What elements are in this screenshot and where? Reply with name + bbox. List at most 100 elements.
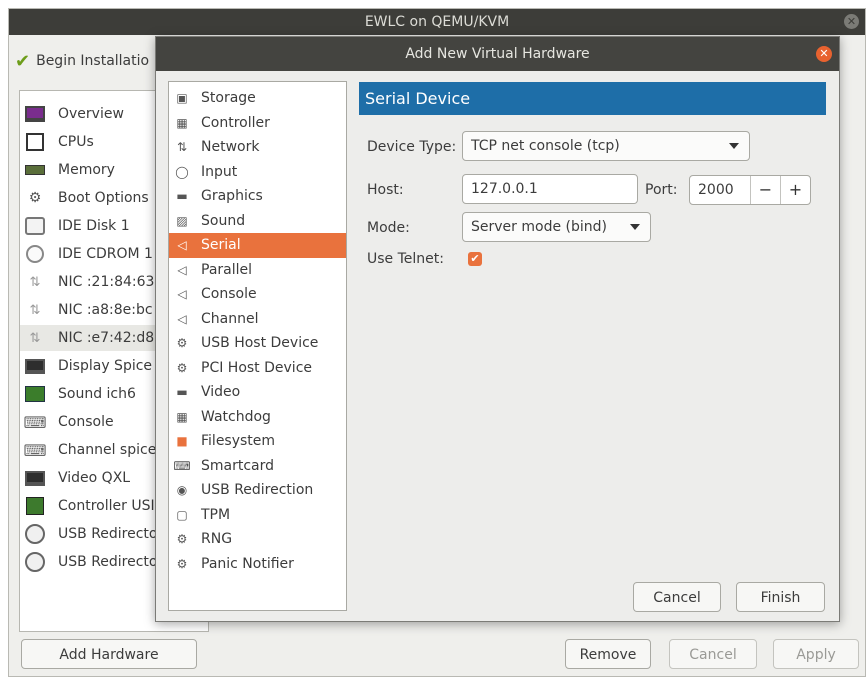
device-type-label: Sound xyxy=(201,212,246,229)
device-type-watchdog[interactable]: ▦ Watchdog xyxy=(169,405,346,430)
sound-icon xyxy=(24,383,46,405)
usb-redirection-icon: ◉ xyxy=(176,483,188,498)
dialog-close-icon[interactable]: ✕ xyxy=(816,46,832,62)
sound-icon: ▨ xyxy=(176,213,188,228)
port-value[interactable]: 2000 xyxy=(698,176,734,204)
hardware-item-label: NIC :a8:8e:bc xyxy=(58,302,153,318)
device-type-label: Console xyxy=(201,286,257,303)
video-icon xyxy=(24,467,46,489)
hardware-item-label: Overview xyxy=(58,106,124,122)
host-input[interactable]: 127.0.0.1 xyxy=(462,174,638,204)
begin-installation-button[interactable]: ✔ Begin Installatio xyxy=(15,50,149,72)
device-type-pci-host[interactable]: ⚙ PCI Host Device xyxy=(169,356,346,381)
device-type-label: Video xyxy=(201,384,241,401)
window-close-icon[interactable]: ✕ xyxy=(844,14,859,29)
device-type-network[interactable]: ⇅ Network xyxy=(169,135,346,160)
device-type-label: PCI Host Device xyxy=(201,359,313,376)
chevron-down-icon xyxy=(630,224,640,230)
use-telnet-checkbox[interactable]: ✔ xyxy=(468,252,482,266)
hardware-item-label: NIC :e7:42:d8 xyxy=(58,330,155,346)
add-hardware-button[interactable]: Add Hardware xyxy=(21,639,197,669)
port-increment-button[interactable]: + xyxy=(780,176,810,204)
device-type-label: TPM xyxy=(201,506,231,523)
device-type-label: Smartcard xyxy=(201,457,275,474)
device-type-tpm[interactable]: ▢ TPM xyxy=(169,503,346,528)
device-type-label: Controller xyxy=(201,114,270,131)
channel-icon: ⌨ xyxy=(23,440,47,460)
dialog-titlebar: Add New Virtual Hardware ✕ xyxy=(156,37,839,71)
use-telnet-label: Use Telnet: xyxy=(367,251,444,267)
video-icon: ▬ xyxy=(176,385,188,400)
device-type-filesystem[interactable]: ■ Filesystem xyxy=(169,429,346,454)
host-field-label: Host: xyxy=(367,182,404,198)
device-type-serial[interactable]: ◁ Serial xyxy=(169,233,346,258)
checkmark-icon: ✔ xyxy=(15,50,31,72)
mode-combo[interactable]: Server mode (bind) xyxy=(462,212,651,242)
device-type-label: Watchdog xyxy=(201,408,271,425)
disk-icon xyxy=(24,215,46,237)
hardware-item-label: CPUs xyxy=(58,134,94,150)
smartcard-icon: ⌨ xyxy=(173,458,191,473)
pci-host-icon: ⚙ xyxy=(176,360,188,375)
device-type-input[interactable]: ◯ Input xyxy=(169,160,346,185)
device-type-usb-redirection[interactable]: ◉ USB Redirection xyxy=(169,478,346,503)
window-title: EWLC on QEMU/KVM xyxy=(364,14,510,30)
cancel-button[interactable]: Cancel xyxy=(669,639,757,669)
device-type-label: Input xyxy=(201,163,238,180)
hardware-item-label: Video QXL xyxy=(58,470,131,486)
device-type-combo-value: TCP net console (tcp) xyxy=(471,138,620,154)
hardware-item-label: Boot Options xyxy=(58,190,149,206)
console-icon: ⌨ xyxy=(23,412,47,432)
hardware-item-label: IDE Disk 1 xyxy=(58,218,130,234)
controller-icon xyxy=(24,495,46,517)
add-hardware-dialog: Add New Virtual Hardware ✕ ▣ Storage ▦ Con… xyxy=(155,36,840,622)
hardware-item-label: USB Redirecto xyxy=(58,554,158,570)
device-type-video[interactable]: ▬ Video xyxy=(169,380,346,405)
cdrom-icon xyxy=(24,243,46,265)
device-type-label: Serial xyxy=(201,237,241,254)
nic-icon: ⇅ xyxy=(29,302,41,318)
rng-icon: ⚙ xyxy=(176,532,188,547)
hardware-item-label: Channel spice xyxy=(58,442,157,458)
tpm-icon: ▢ xyxy=(176,507,188,522)
nic-icon: ⇅ xyxy=(29,330,41,346)
window-titlebar: EWLC on QEMU/KVM ✕ xyxy=(9,9,865,35)
dialog-cancel-button[interactable]: Cancel xyxy=(633,582,721,612)
hardware-item-label: Controller USI xyxy=(58,498,155,514)
port-decrement-button[interactable]: − xyxy=(750,176,780,204)
device-type-graphics[interactable]: ▬ Graphics xyxy=(169,184,346,209)
device-type-panic-notifier[interactable]: ⚙ Panic Notifier xyxy=(169,552,346,577)
remove-button[interactable]: Remove xyxy=(565,639,651,669)
hardware-item-label: Memory xyxy=(58,162,115,178)
device-type-parallel[interactable]: ◁ Parallel xyxy=(169,258,346,283)
device-type-sound[interactable]: ▨ Sound xyxy=(169,209,346,234)
nic-icon: ⇅ xyxy=(29,274,41,290)
finish-button[interactable]: Finish xyxy=(736,582,825,612)
dialog-title: Add New Virtual Hardware xyxy=(405,46,590,62)
device-type-console[interactable]: ◁ Console xyxy=(169,282,346,307)
controller-icon: ▦ xyxy=(176,115,188,130)
device-type-rng[interactable]: ⚙ RNG xyxy=(169,527,346,552)
device-type-channel[interactable]: ◁ Channel xyxy=(169,307,346,332)
device-type-label: USB Host Device xyxy=(201,335,319,352)
device-type-smartcard[interactable]: ⌨ Smartcard xyxy=(169,454,346,479)
apply-button[interactable]: Apply xyxy=(773,639,859,669)
device-type-controller[interactable]: ▦ Controller xyxy=(169,111,346,136)
device-type-list: ▣ Storage ▦ Controller ⇅ Network ◯ Input ▬ Gr… xyxy=(168,81,347,611)
parallel-icon: ◁ xyxy=(177,262,187,277)
device-type-label: Storage xyxy=(201,90,256,107)
hardware-item-label: USB Redirecto xyxy=(58,526,158,542)
begin-installation-label: Begin Installatio xyxy=(36,53,150,69)
port-field-label: Port: xyxy=(645,182,678,198)
device-type-label: USB Redirection xyxy=(201,482,314,499)
mode-field-label: Mode: xyxy=(367,220,410,236)
usb-redirector-icon xyxy=(24,551,46,573)
device-type-usb-host[interactable]: ⚙ USB Host Device xyxy=(169,331,346,356)
device-type-label: Network xyxy=(201,139,260,156)
device-type-storage[interactable]: ▣ Storage xyxy=(169,86,346,111)
port-spinbutton[interactable]: 2000 − + xyxy=(689,175,811,205)
device-type-label: Channel xyxy=(201,310,259,327)
memory-icon xyxy=(24,159,46,181)
mouse-icon: ◯ xyxy=(175,164,189,179)
device-type-combo[interactable]: TCP net console (tcp) xyxy=(462,131,750,161)
